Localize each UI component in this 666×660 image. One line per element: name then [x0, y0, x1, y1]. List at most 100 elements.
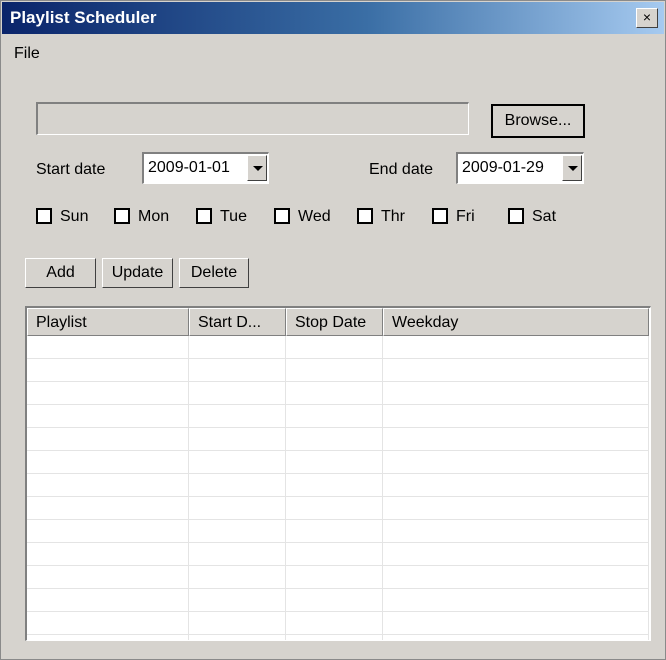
menu-bar: File — [2, 35, 664, 63]
table-cell — [286, 635, 383, 640]
table-row[interactable] — [27, 566, 649, 589]
end-date-dropdown-icon[interactable] — [562, 155, 582, 181]
table-cell — [27, 428, 189, 451]
column-header-start-date[interactable]: Start D... — [189, 308, 286, 336]
add-button[interactable]: Add — [25, 258, 96, 288]
table-row[interactable] — [27, 451, 649, 474]
table-cell — [189, 474, 286, 497]
table-cell — [383, 612, 649, 635]
table-cell — [286, 612, 383, 635]
checkbox-fri-label: Fri — [456, 208, 475, 225]
close-button[interactable]: × — [636, 8, 658, 28]
table-cell — [383, 635, 649, 640]
table-cell — [189, 428, 286, 451]
table-cell — [383, 451, 649, 474]
table-row[interactable] — [27, 428, 649, 451]
table-row[interactable] — [27, 612, 649, 635]
table-cell — [27, 382, 189, 405]
table-cell — [27, 451, 189, 474]
table-cell — [383, 543, 649, 566]
table-row[interactable] — [27, 520, 649, 543]
checkbox-thr-label: Thr — [381, 208, 405, 225]
table-cell — [27, 336, 189, 359]
start-date-value: 2009-01-01 — [148, 159, 230, 176]
table-cell — [189, 589, 286, 612]
table-row[interactable] — [27, 589, 649, 612]
checkbox-sun-label: Sun — [60, 208, 89, 225]
table-cell — [189, 635, 286, 640]
table-cell — [189, 612, 286, 635]
menu-file[interactable]: File — [14, 45, 40, 63]
table-row[interactable] — [27, 497, 649, 520]
table-cell — [383, 359, 649, 382]
table-cell — [27, 566, 189, 589]
column-header-stop-date[interactable]: Stop Date — [286, 308, 383, 336]
start-date-dropdown-icon[interactable] — [247, 155, 267, 181]
end-date-value: 2009-01-29 — [462, 159, 544, 176]
checkbox-sat-box[interactable] — [508, 208, 524, 224]
table-cell — [189, 520, 286, 543]
table-cell — [286, 359, 383, 382]
checkbox-mon-label: Mon — [138, 208, 170, 225]
table-cell — [286, 520, 383, 543]
table-header: Playlist Start D... Stop Date Weekday — [27, 308, 649, 336]
table-row[interactable] — [27, 474, 649, 497]
checkbox-wed-label: Wed — [298, 208, 331, 225]
table-cell — [383, 497, 649, 520]
table-cell — [189, 497, 286, 520]
table-cell — [189, 382, 286, 405]
table-row[interactable] — [27, 336, 649, 359]
table-row[interactable] — [27, 635, 649, 640]
table-cell — [383, 589, 649, 612]
checkbox-fri-box[interactable] — [432, 208, 448, 224]
start-date-picker[interactable]: 2009-01-01 — [142, 152, 269, 184]
column-header-playlist[interactable]: Playlist — [27, 308, 189, 336]
checkbox-tue-box[interactable] — [196, 208, 212, 224]
table-row[interactable] — [27, 359, 649, 382]
checkbox-mon-box[interactable] — [114, 208, 130, 224]
table-cell — [383, 566, 649, 589]
table-cell — [286, 451, 383, 474]
browse-button[interactable]: Browse... — [491, 104, 585, 138]
table-cell — [27, 520, 189, 543]
table-cell — [286, 428, 383, 451]
table-cell — [383, 428, 649, 451]
checkbox-sun-box[interactable] — [36, 208, 52, 224]
table-cell — [189, 451, 286, 474]
table-cell — [27, 497, 189, 520]
table-cell — [286, 382, 383, 405]
table-cell — [383, 382, 649, 405]
window-title: Playlist Scheduler — [10, 8, 157, 27]
delete-button[interactable]: Delete — [179, 258, 249, 288]
table-cell — [286, 566, 383, 589]
table-cell — [286, 589, 383, 612]
playlist-scheduler-window: Playlist Scheduler × File Browse... Star… — [0, 0, 666, 660]
table-cell — [286, 336, 383, 359]
table-cell — [27, 359, 189, 382]
table-cell — [383, 520, 649, 543]
table-cell — [27, 543, 189, 566]
table-row[interactable] — [27, 543, 649, 566]
table-cell — [383, 336, 649, 359]
table-body[interactable] — [27, 336, 649, 640]
table-row[interactable] — [27, 405, 649, 428]
table-cell — [189, 543, 286, 566]
table-cell — [189, 566, 286, 589]
table-cell — [286, 405, 383, 428]
column-header-weekday[interactable]: Weekday — [383, 308, 649, 336]
checkbox-thr-box[interactable] — [357, 208, 373, 224]
table-cell — [27, 635, 189, 640]
end-date-picker[interactable]: 2009-01-29 — [456, 152, 584, 184]
schedule-table[interactable]: Playlist Start D... Stop Date Weekday — [25, 306, 651, 641]
table-cell — [27, 589, 189, 612]
file-path-input[interactable] — [36, 102, 469, 135]
table-row[interactable] — [27, 382, 649, 405]
title-bar[interactable]: Playlist Scheduler × — [2, 2, 664, 34]
table-cell — [383, 474, 649, 497]
checkbox-tue-label: Tue — [220, 208, 247, 225]
table-cell — [286, 497, 383, 520]
update-button[interactable]: Update — [102, 258, 173, 288]
end-date-label: End date — [369, 161, 434, 178]
checkbox-wed-box[interactable] — [274, 208, 290, 224]
table-cell — [189, 359, 286, 382]
